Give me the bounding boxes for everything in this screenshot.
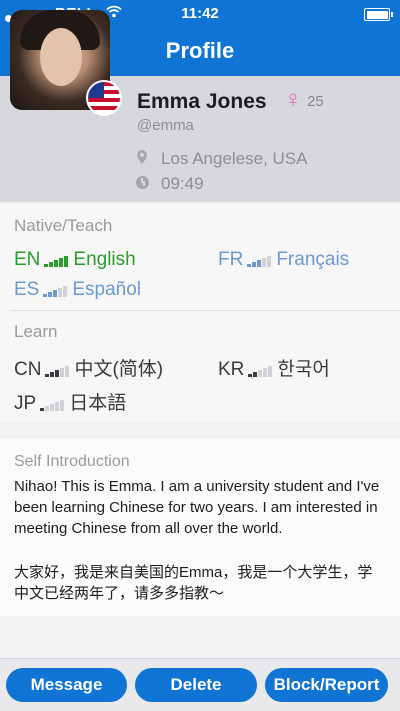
us-flag-icon	[86, 80, 122, 116]
clock-icon	[136, 176, 149, 189]
proficiency-bars-icon	[40, 389, 65, 411]
lang-learn-kr: KR 한국어	[218, 354, 330, 381]
profile-name: Emma Jones	[137, 90, 267, 113]
profile-local-time: 09:49	[161, 174, 204, 193]
block-report-button[interactable]: Block/Report	[265, 668, 388, 702]
learn-title: Learn	[14, 322, 58, 341]
profile-location: Los Angelese, USA	[161, 149, 308, 168]
native-teach-title: Native/Teach	[14, 216, 113, 235]
lang-native-fr: FR Français	[218, 245, 349, 271]
lang-native-en: EN English	[14, 245, 136, 271]
self-intro-chinese: 大家好，我是来自美国的Emma，我是一个大学生，学中文已经两年了，请多多指教～	[14, 564, 373, 602]
proficiency-bars-icon	[45, 355, 70, 377]
proficiency-bars-icon	[248, 355, 273, 377]
section-divider	[10, 310, 400, 311]
lang-code: EN	[14, 249, 41, 270]
lang-name: Español	[72, 279, 142, 300]
lang-native-es: ES Español	[14, 275, 141, 301]
proficiency-bars-icon	[247, 245, 272, 267]
lang-name: 한국어	[277, 359, 330, 380]
lang-code: KR	[218, 359, 245, 380]
self-intro-english: Nihao! This is Emma. I am a university s…	[14, 478, 380, 537]
lang-learn-cn: CN 中文(简体)	[14, 354, 163, 381]
message-button[interactable]: Message	[6, 668, 127, 702]
profile-handle: @emma	[137, 117, 194, 134]
lang-code: FR	[218, 249, 244, 270]
lang-name: English	[73, 249, 136, 270]
lang-code: CN	[14, 359, 42, 380]
profile-age: 25	[307, 93, 324, 110]
proficiency-bars-icon	[43, 275, 68, 297]
lang-name: 日本語	[69, 393, 127, 414]
lang-code: ES	[14, 279, 40, 300]
delete-button[interactable]: Delete	[135, 668, 257, 702]
lang-learn-jp: JP 日本語	[14, 388, 126, 415]
female-icon: ♀	[284, 86, 302, 113]
lang-name: 中文(简体)	[74, 359, 164, 380]
battery-icon	[364, 8, 393, 21]
lang-name: Français	[276, 249, 350, 270]
self-intro-title: Self Introduction	[14, 453, 130, 470]
location-pin-icon	[137, 150, 147, 164]
proficiency-bars-icon	[44, 245, 69, 267]
lang-code: JP	[14, 393, 37, 414]
